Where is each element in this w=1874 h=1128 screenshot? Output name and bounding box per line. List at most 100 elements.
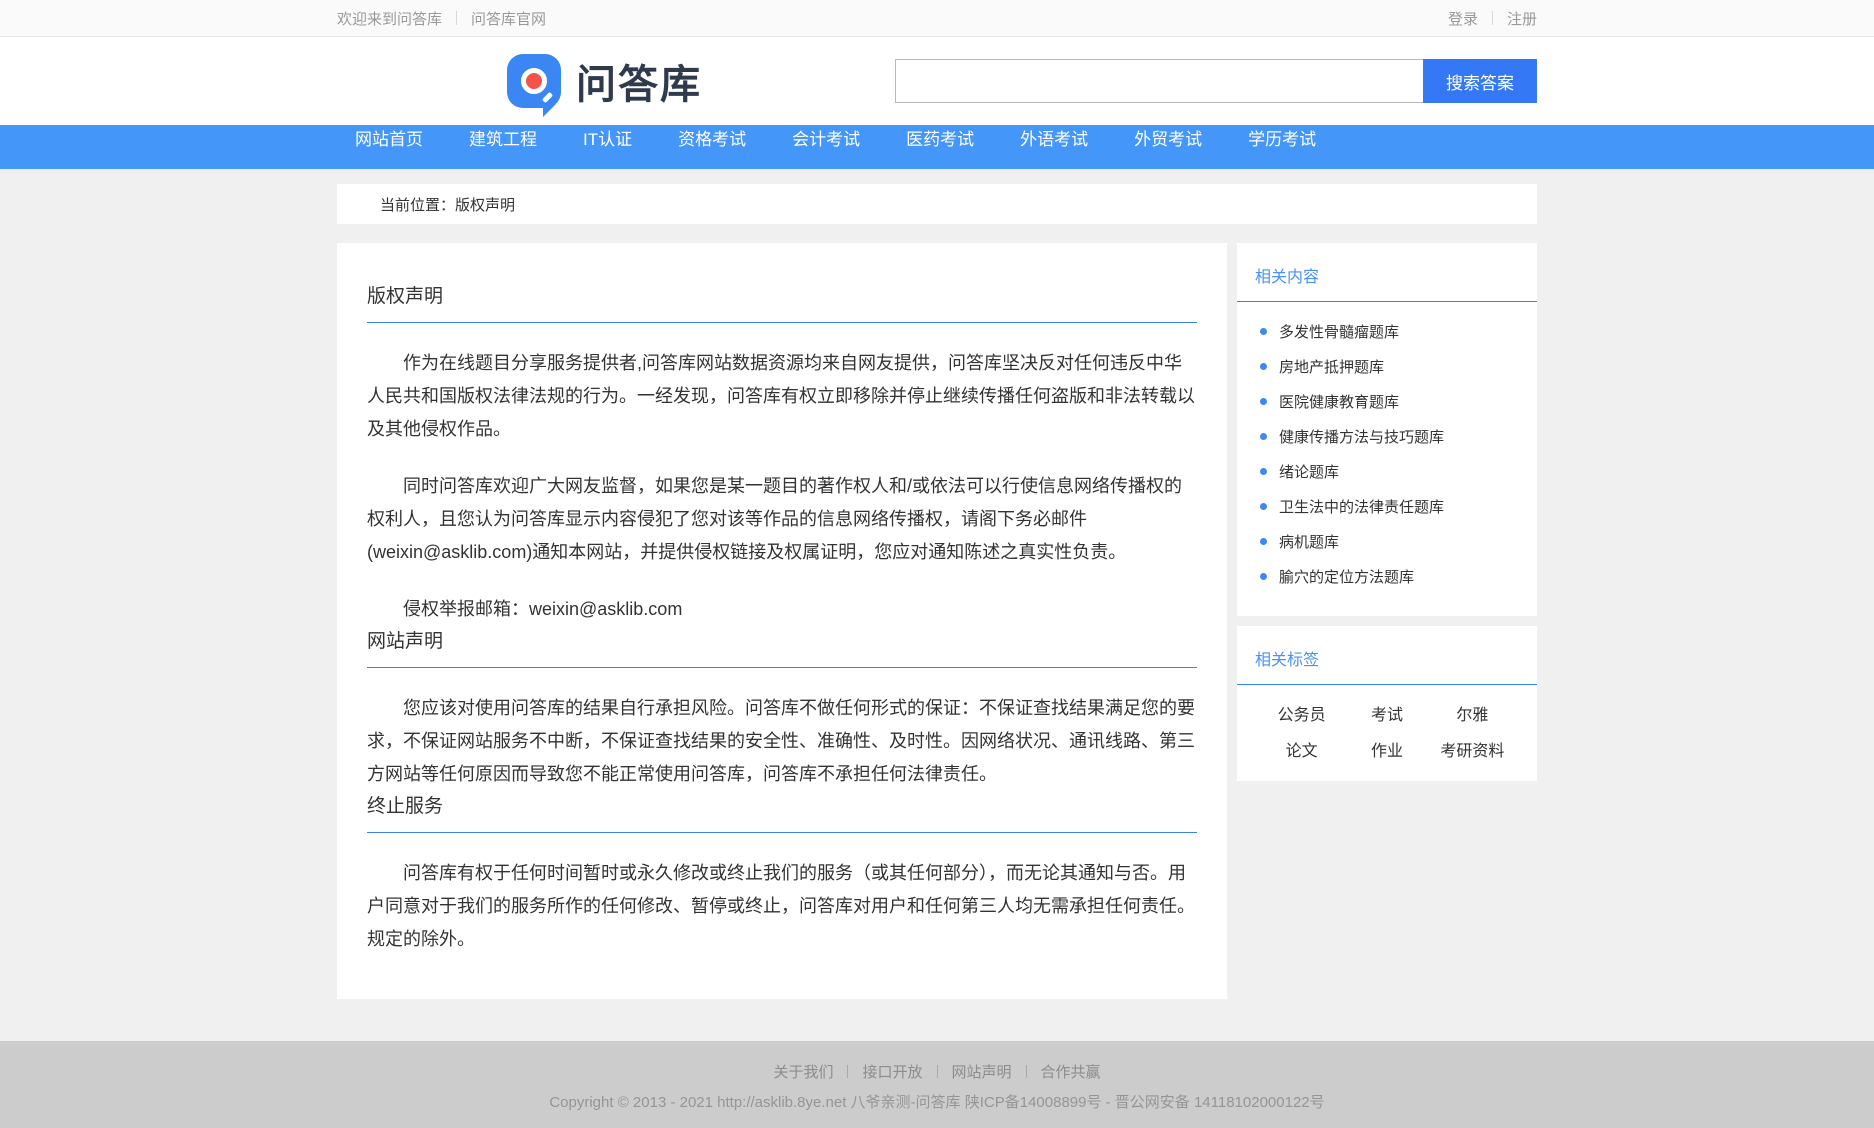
nav-link[interactable]: 外贸考试 [1134, 130, 1202, 149]
nav-item: 外语考试 [1020, 125, 1088, 150]
related-content-link[interactable]: 医院健康教育题库 [1255, 384, 1519, 419]
logo[interactable]: 问答库 [507, 52, 702, 110]
tag-link[interactable]: 公务员 [1278, 701, 1326, 725]
logo-q-ring-icon [521, 68, 547, 94]
topbar-welcome-text: 欢迎来到问答库 [337, 8, 442, 29]
footer-link-separator [1026, 1065, 1027, 1078]
related-content-link[interactable]: 卫生法中的法律责任题库 [1255, 489, 1519, 524]
nav-link[interactable]: IT认证 [583, 130, 632, 149]
main-area: 版权声明 作为在线题目分享服务提供者,问答库网站数据资源均来自网友提供，问答库坚… [337, 243, 1537, 999]
related-content-label: 病机题库 [1279, 531, 1339, 552]
bullet-dot-icon [1260, 573, 1267, 580]
topbar-divider [456, 11, 457, 25]
bullet-dot-icon [1260, 468, 1267, 475]
nav-list: 网站首页 建筑工程 IT认证 资格考试 会计考试 [337, 125, 1537, 150]
related-content-card: 相关内容 多发性骨髓瘤题库 房地产抵押题库 医院健康教育题 [1237, 243, 1537, 616]
bullet-dot-icon [1260, 328, 1267, 335]
content-section: 网站声明 您应该对使用问答库的结果自行承担风险。问答库不做任何形式的保证：不保证… [367, 626, 1197, 791]
main-nav: 网站首页 建筑工程 IT认证 资格考试 会计考试 [0, 125, 1874, 169]
related-content-link[interactable]: 房地产抵押题库 [1255, 349, 1519, 384]
section-paragraph: 问答库有权于任何时间暂时或永久修改或终止我们的服务（或其任何部分），而无论其通知… [367, 857, 1197, 956]
related-content-label: 健康传播方法与技巧题库 [1279, 426, 1444, 447]
nav-link[interactable]: 资格考试 [678, 130, 746, 149]
related-tags-title: 相关标签 [1237, 626, 1537, 685]
logo-text: 问答库 [576, 52, 702, 110]
tag-link[interactable]: 考试 [1371, 701, 1403, 725]
topbar: 欢迎来到问答库 问答库官网 登录 注册 [0, 0, 1874, 37]
breadcrumb-label: 当前位置： [380, 194, 455, 215]
bullet-dot-icon [1260, 503, 1267, 510]
related-content-label: 卫生法中的法律责任题库 [1279, 496, 1444, 517]
footer-link-separator [847, 1065, 848, 1078]
search-button[interactable]: 搜索答案 [1423, 59, 1537, 103]
register-link[interactable]: 注册 [1507, 8, 1537, 29]
footer-link[interactable]: 网站声明 [952, 1061, 1012, 1082]
bullet-dot-icon [1260, 398, 1267, 405]
related-content-label: 医院健康教育题库 [1279, 391, 1399, 412]
breadcrumb-current: 版权声明 [455, 194, 515, 215]
section-title: 终止服务 [367, 791, 1197, 833]
footer-link[interactable]: 合作共赢 [1041, 1061, 1101, 1082]
breadcrumb: 当前位置： 版权声明 [337, 184, 1537, 224]
topbar-official-site-link[interactable]: 问答库官网 [471, 8, 546, 29]
nav-item: 外贸考试 [1134, 125, 1202, 150]
footer-link-separator [937, 1065, 938, 1078]
related-content-label: 腧穴的定位方法题库 [1279, 566, 1414, 587]
related-content-link[interactable]: 病机题库 [1255, 524, 1519, 559]
nav-link[interactable]: 医药考试 [906, 130, 974, 149]
nav-item: 会计考试 [792, 125, 860, 150]
tag-link[interactable]: 尔雅 [1456, 701, 1488, 725]
related-content-label: 绪论题库 [1279, 461, 1339, 482]
topbar-right-divider [1492, 11, 1493, 25]
bullet-dot-icon [1260, 363, 1267, 370]
footer-link[interactable]: 关于我们 [773, 1061, 833, 1082]
footer-copyright: Copyright © 2013 - 2021 http://asklib.8y… [0, 1091, 1874, 1112]
section-paragraphs: 您应该对使用问答库的结果自行承担风险。问答库不做任何形式的保证：不保证查找结果满… [367, 692, 1197, 791]
content-sections: 版权声明 作为在线题目分享服务提供者,问答库网站数据资源均来自网友提供，问答库坚… [367, 281, 1197, 956]
nav-item: IT认证 [583, 125, 632, 150]
nav-item: 学历考试 [1248, 125, 1316, 150]
section-title: 网站声明 [367, 626, 1197, 668]
bullet-dot-icon [1260, 538, 1267, 545]
tags-grid: 公务员 考试 尔雅 论文 作业 考研资料 [1237, 685, 1537, 781]
nav-link[interactable]: 会计考试 [792, 130, 860, 149]
search-input[interactable] [895, 59, 1423, 103]
tag-link[interactable]: 考研资料 [1440, 737, 1504, 761]
related-content-label: 多发性骨髓瘤题库 [1279, 321, 1399, 342]
header: 问答库 搜索答案 [0, 37, 1874, 125]
related-content-title: 相关内容 [1237, 243, 1537, 302]
section-title: 版权声明 [367, 281, 1197, 323]
nav-link[interactable]: 学历考试 [1248, 130, 1316, 149]
related-content-link[interactable]: 绪论题库 [1255, 454, 1519, 489]
sidebar: 相关内容 多发性骨髓瘤题库 房地产抵押题库 医院健康教育题 [1237, 243, 1537, 781]
related-content-label: 房地产抵押题库 [1279, 356, 1384, 377]
login-link[interactable]: 登录 [1448, 8, 1478, 29]
footer-link[interactable]: 接口开放 [862, 1061, 922, 1082]
section-paragraph: 您应该对使用问答库的结果自行承担风险。问答库不做任何形式的保证：不保证查找结果满… [367, 692, 1197, 791]
section-paragraph: 作为在线题目分享服务提供者,问答库网站数据资源均来自网友提供，问答库坚决反对任何… [367, 347, 1197, 446]
logo-speech-bubble-icon [507, 54, 561, 108]
tag-link[interactable]: 作业 [1371, 737, 1403, 761]
section-paragraph: 侵权举报邮箱：weixin@asklib.com [367, 593, 1197, 626]
footer-links: 关于我们 接口开放 网站声明 合作共赢 [0, 1061, 1874, 1082]
article-card: 版权声明 作为在线题目分享服务提供者,问答库网站数据资源均来自网友提供，问答库坚… [337, 243, 1227, 999]
content-section: 终止服务 问答库有权于任何时间暂时或永久修改或终止我们的服务（或其任何部分），而… [367, 791, 1197, 956]
nav-link[interactable]: 外语考试 [1020, 130, 1088, 149]
section-paragraph: 同时问答库欢迎广大网友监督，如果您是某一题目的著作权人和/或依法可以行使信息网络… [367, 470, 1197, 569]
nav-item: 资格考试 [678, 125, 746, 150]
related-content-link[interactable]: 腧穴的定位方法题库 [1255, 559, 1519, 594]
related-content-list: 多发性骨髓瘤题库 房地产抵押题库 医院健康教育题库 健康传播方法 [1237, 314, 1537, 616]
section-paragraphs: 问答库有权于任何时间暂时或永久修改或终止我们的服务（或其任何部分），而无论其通知… [367, 857, 1197, 956]
content-section: 版权声明 作为在线题目分享服务提供者,问答库网站数据资源均来自网友提供，问答库坚… [367, 281, 1197, 626]
related-tags-card: 相关标签 公务员 考试 尔雅 论文 作业 考研资料 [1237, 626, 1537, 781]
nav-link[interactable]: 建筑工程 [469, 130, 537, 149]
tag-link[interactable]: 论文 [1286, 737, 1318, 761]
related-content-link[interactable]: 健康传播方法与技巧题库 [1255, 419, 1519, 454]
logo-q-tail-icon [542, 92, 553, 103]
nav-link[interactable]: 网站首页 [355, 130, 423, 149]
bullet-dot-icon [1260, 433, 1267, 440]
related-content-link[interactable]: 多发性骨髓瘤题库 [1255, 314, 1519, 349]
nav-item: 医药考试 [906, 125, 974, 150]
section-paragraphs: 作为在线题目分享服务提供者,问答库网站数据资源均来自网友提供，问答库坚决反对任何… [367, 347, 1197, 626]
nav-item: 建筑工程 [469, 125, 537, 150]
